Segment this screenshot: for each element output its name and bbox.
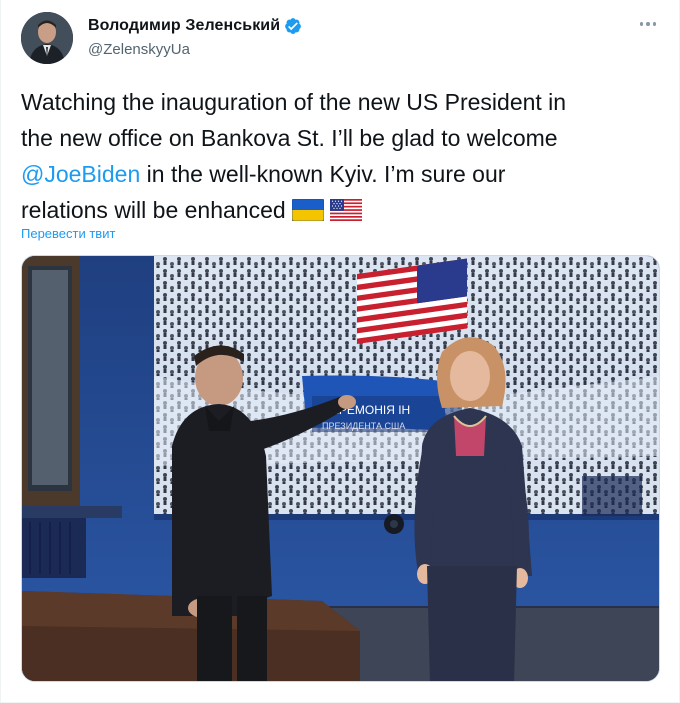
tweet-line-2: the new office on Bankova St. I’ll be gl… [21, 125, 558, 151]
author-name-row[interactable]: Володимир Зеленський [88, 17, 302, 35]
tweet-line-3-rest: in the well-known Kyiv. I’m sure our [140, 161, 506, 187]
mention-link[interactable]: @JoeBiden [21, 161, 140, 187]
tweet-photo[interactable]: ЦЕРЕМОНІЯ ІН ПРЕЗИДЕНТА США [21, 255, 660, 682]
display-name[interactable]: Володимир Зеленський [88, 17, 280, 35]
tweet-card[interactable]: Володимир Зеленський @ZelenskyyUa Watchi… [0, 0, 680, 703]
translate-tweet-link[interactable]: Перевести твит [21, 226, 115, 241]
tweet-text: Watching the inauguration of the new US … [21, 84, 661, 231]
tweet-line-1: Watching the inauguration of the new US … [21, 89, 567, 115]
tweet-line-3: @JoeBiden in the well-known Kyiv. I’m su… [21, 156, 661, 192]
us-flag-icon [329, 195, 362, 231]
avatar[interactable] [21, 12, 73, 64]
tweet-line-4-text: relations will be enhanced [21, 197, 286, 223]
author-handle[interactable]: @ZelenskyyUa [88, 41, 190, 58]
verified-badge-icon [284, 17, 302, 35]
more-options-icon[interactable] [633, 12, 663, 36]
ukraine-flag-icon [291, 195, 324, 231]
tweet-line-4: relations will be enhanced [21, 192, 661, 231]
screen-caption-line2: ПРЕЗИДЕНТА США [322, 421, 405, 431]
